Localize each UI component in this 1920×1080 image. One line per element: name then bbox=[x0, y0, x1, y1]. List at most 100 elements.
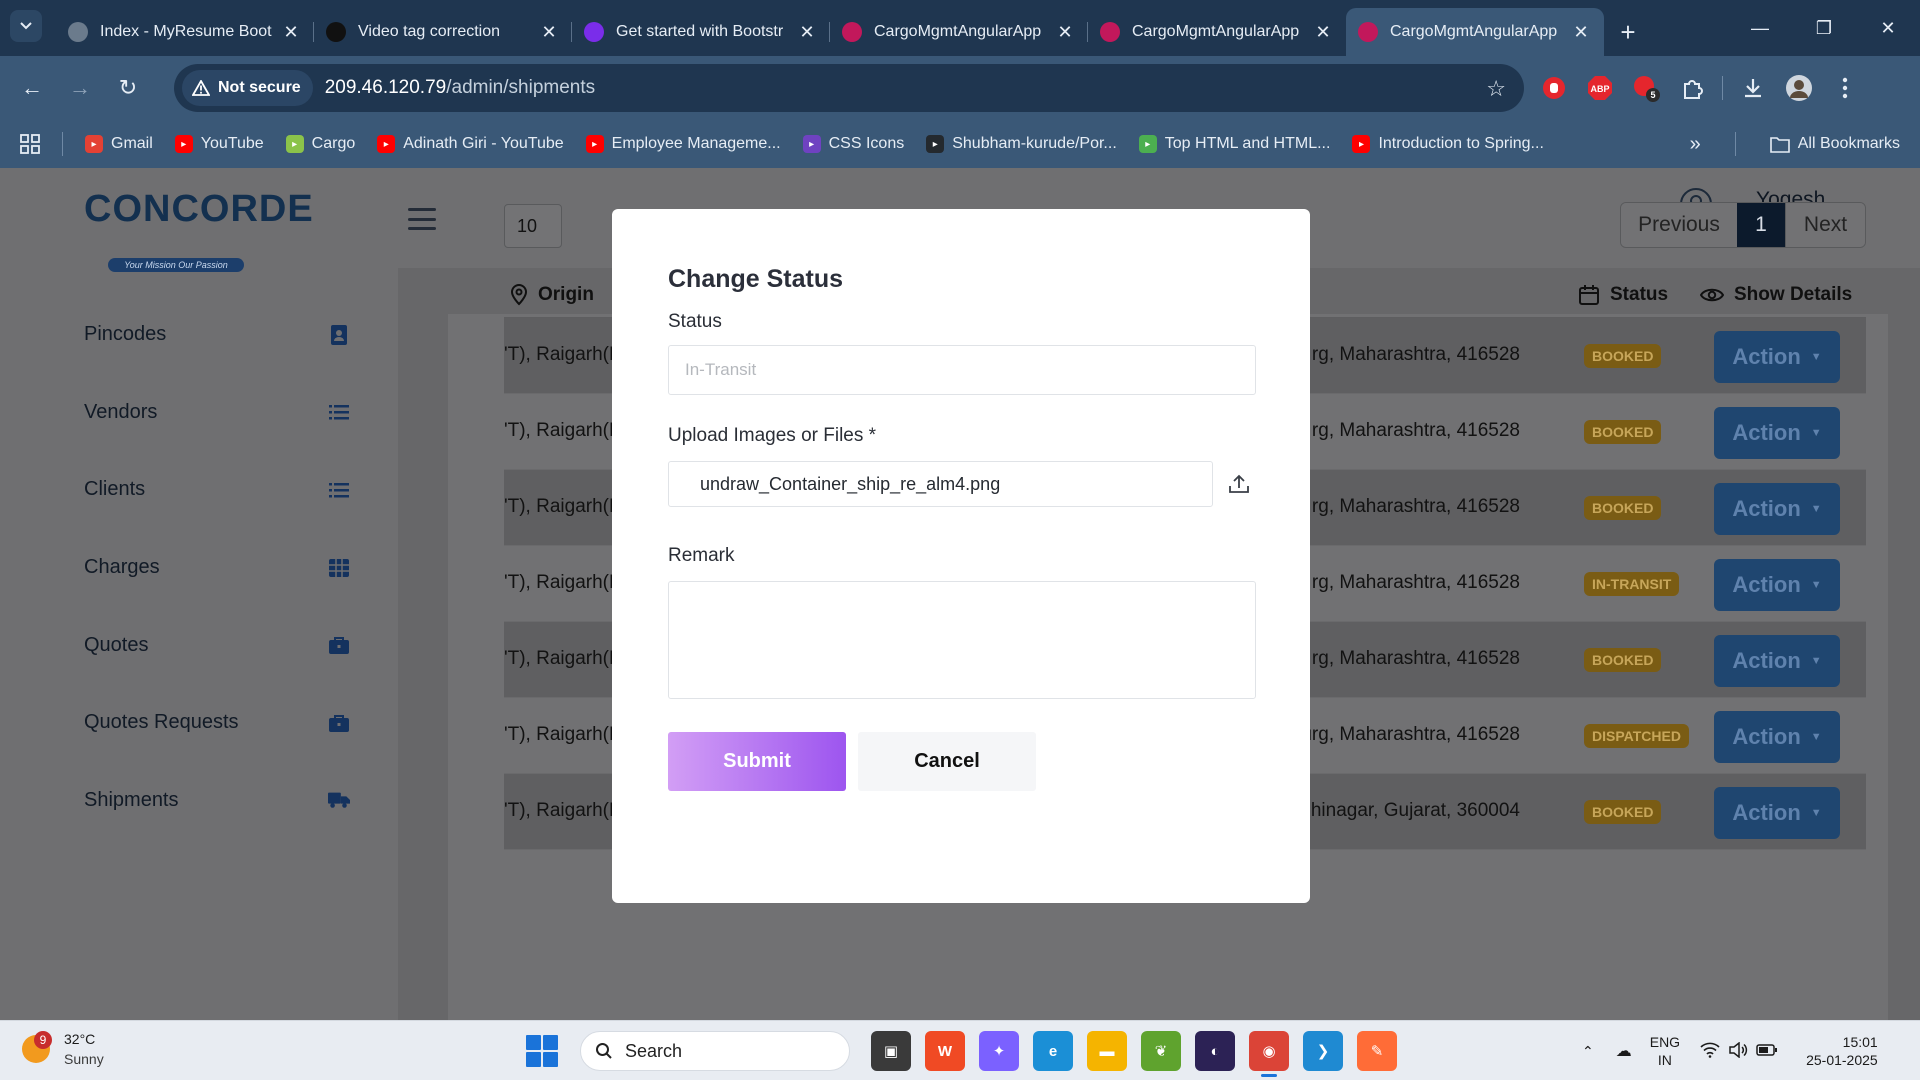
browser-tab[interactable]: CargoMgmtAngularApp ✕ bbox=[830, 12, 1088, 52]
bookmark-item[interactable]: ▸ Top HTML and HTML... bbox=[1138, 135, 1330, 153]
windows-start-icon[interactable] bbox=[526, 1035, 558, 1067]
bookmark-item[interactable]: ▸ YouTube bbox=[174, 135, 264, 153]
taskbar-search[interactable]: Search bbox=[580, 1031, 850, 1071]
bookmark-item[interactable]: ▸ Shubham-kurude/Por... bbox=[926, 135, 1117, 153]
minimize-button[interactable]: — bbox=[1728, 0, 1792, 56]
apps-grid-icon[interactable] bbox=[20, 134, 40, 154]
battery-icon[interactable] bbox=[1756, 1043, 1778, 1060]
back-button[interactable]: ← bbox=[8, 68, 56, 108]
sidebar-item-shipments[interactable]: Shipments bbox=[84, 762, 350, 840]
close-tab-icon[interactable]: ✕ bbox=[1312, 22, 1334, 43]
sidebar-item-quotes-requests[interactable]: Quotes Requests bbox=[84, 684, 350, 762]
adblock-icon[interactable]: ABP bbox=[1584, 72, 1616, 104]
bookmark-label: Employee Manageme... bbox=[611, 135, 781, 152]
tab-search-button[interactable] bbox=[10, 10, 42, 42]
network-status-icon[interactable]: ☁ bbox=[1616, 1041, 1632, 1061]
close-window-button[interactable]: ✕ bbox=[1856, 0, 1920, 56]
page-size-select[interactable]: 10 bbox=[504, 204, 562, 248]
postman-icon[interactable]: ✎ bbox=[1357, 1031, 1397, 1071]
vscode-icon[interactable]: ❯ bbox=[1303, 1031, 1343, 1071]
eclipse-icon[interactable]: ◐ bbox=[1195, 1031, 1235, 1071]
folder-icon[interactable]: ▬ bbox=[1087, 1031, 1127, 1071]
bookmark-item[interactable]: ▸ Adinath Giri - YouTube bbox=[377, 135, 564, 153]
security-chip[interactable]: Not secure bbox=[182, 70, 313, 106]
current-page-button[interactable]: 1 bbox=[1737, 203, 1785, 247]
brave-icon[interactable]: W bbox=[925, 1031, 965, 1071]
upload-icon[interactable] bbox=[1222, 467, 1256, 501]
sidebar-item-charges[interactable]: Charges bbox=[84, 529, 350, 607]
tray-overflow-icon[interactable]: ⌃ bbox=[1582, 1043, 1594, 1060]
action-dropdown-button[interactable]: Action ▼ bbox=[1714, 635, 1840, 687]
caret-down-icon: ▼ bbox=[1810, 427, 1822, 439]
sidebar-item-label: Clients bbox=[84, 478, 146, 501]
address-bar[interactable]: Not secure 209.46.120.79/admin/shipments… bbox=[174, 64, 1524, 112]
system-clock[interactable]: 15:01 25-01-2025 bbox=[1806, 1033, 1878, 1069]
chrome-icon[interactable]: ◉ bbox=[1249, 1031, 1289, 1077]
spring-icon[interactable]: ❦ bbox=[1141, 1031, 1181, 1071]
extension-icons: ABP 5 bbox=[1538, 68, 1861, 108]
puzzle-extensions-icon[interactable] bbox=[1676, 72, 1708, 104]
browser-tab[interactable]: CargoMgmtAngularApp ✕ bbox=[1346, 8, 1604, 56]
sun-icon: 9 bbox=[22, 1031, 52, 1063]
file-name-field[interactable]: undraw_Container_ship_re_alm4.png bbox=[668, 461, 1213, 507]
bookmark-item[interactable]: ▸ Cargo bbox=[285, 135, 355, 153]
action-label: Action bbox=[1732, 724, 1801, 749]
restore-button[interactable]: ❐ bbox=[1792, 0, 1856, 56]
wifi-icon[interactable] bbox=[1700, 1042, 1720, 1061]
hamburger-menu-icon[interactable] bbox=[408, 208, 436, 230]
files-icon[interactable]: ▣ bbox=[871, 1031, 911, 1071]
copilot-icon[interactable]: ✦ bbox=[979, 1031, 1019, 1071]
sidebar-item-quotes[interactable]: Quotes bbox=[84, 606, 350, 684]
hand-extension-icon[interactable] bbox=[1538, 72, 1570, 104]
bookmark-item[interactable]: ▸ CSS Icons bbox=[802, 135, 904, 153]
bookmark-item[interactable]: ▸ Employee Manageme... bbox=[585, 135, 781, 153]
bookmark-item[interactable]: ▸ Introduction to Spring... bbox=[1352, 135, 1544, 153]
close-tab-icon[interactable]: ✕ bbox=[538, 22, 560, 43]
action-dropdown-button[interactable]: Action ▼ bbox=[1714, 483, 1840, 535]
forward-button[interactable]: → bbox=[56, 68, 104, 108]
profile-avatar-icon[interactable] bbox=[1783, 72, 1815, 104]
all-bookmarks-button[interactable]: All Bookmarks bbox=[1769, 135, 1900, 153]
clock-date: 25-01-2025 bbox=[1806, 1052, 1878, 1068]
browser-tab[interactable]: CargoMgmtAngularApp ✕ bbox=[1088, 12, 1346, 52]
download-icon[interactable] bbox=[1737, 72, 1769, 104]
github-icon: ▸ bbox=[926, 135, 945, 153]
weather-widget[interactable]: 9 32°C Sunny bbox=[22, 1029, 104, 1069]
bookmark-list: ▸ Gmail ▸ YouTube ▸ Cargo ▸ Adinath Giri - YouT… bbox=[85, 135, 1566, 153]
sidebar-item-clients[interactable]: Clients bbox=[84, 451, 350, 529]
edge-icon[interactable]: e bbox=[1033, 1031, 1073, 1071]
browser-tab[interactable]: Video tag correction ✕ bbox=[314, 12, 572, 52]
close-tab-icon[interactable]: ✕ bbox=[1570, 22, 1592, 43]
browser-tab[interactable]: Index - MyResume Boot ✕ bbox=[56, 12, 314, 52]
reload-button[interactable]: ↻ bbox=[104, 68, 152, 108]
extension-badge-icon[interactable]: 5 bbox=[1630, 72, 1662, 104]
new-tab-button[interactable]: + bbox=[1608, 12, 1648, 52]
close-tab-icon[interactable]: ✕ bbox=[280, 22, 302, 43]
volume-icon[interactable] bbox=[1728, 1040, 1748, 1061]
previous-page-button[interactable]: Previous bbox=[1621, 203, 1737, 247]
browser-menu-icon[interactable] bbox=[1829, 72, 1861, 104]
submit-button[interactable]: Submit bbox=[668, 732, 846, 791]
sidebar-item-vendors[interactable]: Vendors bbox=[84, 374, 350, 452]
action-dropdown-button[interactable]: Action ▼ bbox=[1714, 331, 1840, 383]
close-tab-icon[interactable]: ✕ bbox=[1054, 22, 1076, 43]
url-text[interactable]: 209.46.120.79/admin/shipments bbox=[325, 77, 595, 99]
all-bookmarks-label: All Bookmarks bbox=[1797, 135, 1900, 152]
browser-tab[interactable]: Get started with Bootstr ✕ bbox=[572, 12, 830, 52]
action-dropdown-button[interactable]: Action ▼ bbox=[1714, 787, 1840, 839]
status-field[interactable]: In-Transit bbox=[668, 345, 1256, 395]
close-tab-icon[interactable]: ✕ bbox=[796, 22, 818, 43]
remark-textarea[interactable] bbox=[668, 581, 1256, 699]
next-page-button[interactable]: Next bbox=[1785, 203, 1865, 247]
more-bookmarks-icon[interactable]: » bbox=[1690, 133, 1701, 156]
language-indicator[interactable]: ENG IN bbox=[1650, 1033, 1680, 1069]
bookmark-item[interactable]: ▸ Gmail bbox=[85, 135, 153, 153]
sidebar-item-pincodes[interactable]: Pincodes bbox=[84, 296, 350, 374]
bookmark-star-icon[interactable]: ☆ bbox=[1486, 76, 1506, 102]
cancel-button[interactable]: Cancel bbox=[858, 732, 1036, 791]
action-dropdown-button[interactable]: Action ▼ bbox=[1714, 407, 1840, 459]
window-controls: — ❐ ✕ bbox=[1728, 0, 1920, 56]
action-dropdown-button[interactable]: Action ▼ bbox=[1714, 711, 1840, 763]
action-dropdown-button[interactable]: Action ▼ bbox=[1714, 559, 1840, 611]
briefcase-icon bbox=[328, 634, 350, 656]
